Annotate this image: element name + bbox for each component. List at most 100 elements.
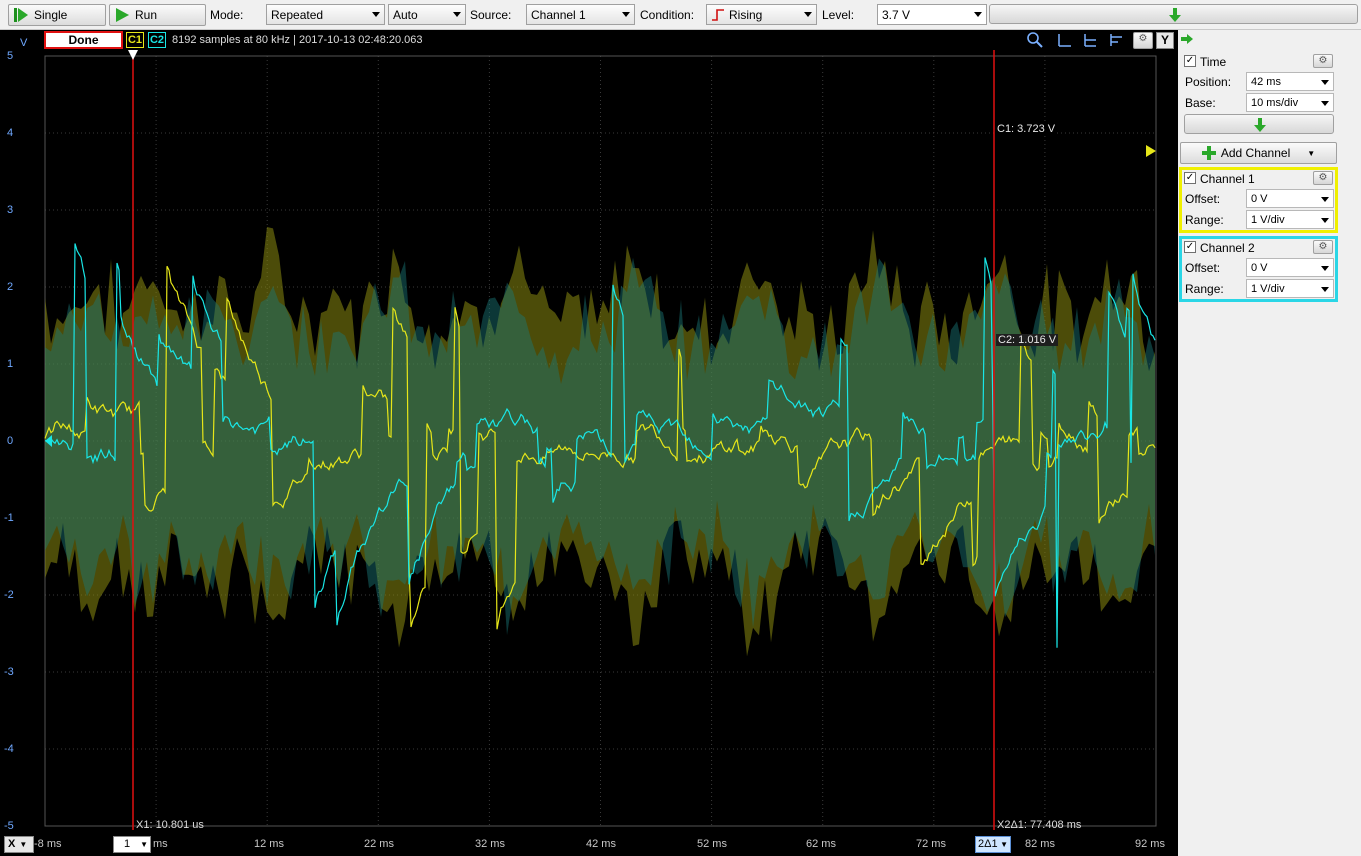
chevron-down-icon [1321,266,1329,271]
channel-1-range-select[interactable]: 1 V/div [1246,210,1334,229]
run-button-label: Run [135,8,158,22]
mode-label: Mode: [210,8,244,22]
channel-2-range-label: Range: [1185,282,1224,296]
condition-select-value: Rising [729,7,763,22]
arrow-right-icon[interactable] [1181,34,1193,44]
add-channel-label: Add Channel [1220,146,1291,160]
channel-1-label: Channel 1 [1200,172,1255,186]
x-axis-ms-label: ms [153,838,168,850]
y-tick-label: -4 [4,743,14,755]
c1-cursor-reading: C1: 3.723 V [997,123,1056,135]
trigger-position-marker [128,50,138,60]
chevron-down-icon [453,12,461,17]
level-input-value: 3.7 V [882,7,911,22]
y-tick-label: 5 [7,50,14,62]
chevron-down-icon [804,12,812,17]
run-button[interactable]: Run [109,4,206,26]
channel-2-offset-value: 0 V [1251,261,1268,274]
chevron-down-icon [1321,80,1329,85]
x-tick-label: 72 ms [916,838,946,850]
position-select[interactable]: 42 ms [1246,72,1334,91]
trigger-level-marker [1146,145,1156,157]
level-slider[interactable] [989,4,1358,24]
chevron-down-icon [974,12,982,17]
single-button[interactable]: Single [8,4,106,26]
y-tick-label: 0 [7,435,14,447]
c2-cursor-reading: C2: 1.016 V [996,334,1059,346]
chevron-down-icon [1321,197,1329,202]
chevron-down-icon: ▼ [19,840,28,849]
channel-1-offset-select[interactable]: 0 V [1246,189,1334,208]
plus-icon [1201,146,1216,160]
y-tick-label: -5 [4,820,14,832]
play-icon [116,8,129,22]
channel-1-checkbox[interactable]: ✓ [1184,172,1196,184]
time-slider[interactable] [1184,114,1334,134]
y-tick-label: 3 [7,204,14,216]
x-tick-label: 32 ms [475,838,505,850]
x2-button-label: 2Δ1 [978,838,998,850]
channel-2-offset-select[interactable]: 0 V [1246,258,1334,277]
toolbar: Single Run Mode: Repeated Auto Source: C… [0,0,1361,30]
x-tick-label: 92 ms [1135,838,1165,850]
y-tick-label: -2 [4,589,14,601]
x-tick-label: 22 ms [364,838,394,850]
condition-label: Condition: [640,8,695,22]
x2-button[interactable]: 2Δ1 ▼ [975,836,1011,853]
gear-icon[interactable]: ⚙ [1313,54,1333,68]
condition-select[interactable]: Rising [706,4,817,25]
channel-2-offset-label: Offset: [1185,261,1221,275]
single-button-label: Single [34,8,68,22]
add-channel-button[interactable]: Add Channel ▼ [1180,142,1337,164]
channel-2-checkbox[interactable]: ✓ [1184,241,1196,253]
x-tick-label: 42 ms [586,838,616,850]
channel-1-offset-value: 0 V [1251,192,1268,205]
chevron-down-icon: ▼ [1307,148,1316,158]
mode-select-value: Repeated [271,7,324,22]
time-label: Time [1200,55,1227,69]
x-page-select[interactable]: 1 ▼ [113,836,151,853]
base-value: 10 ms/div [1251,96,1299,109]
trigger-auto-select[interactable]: Auto [388,4,466,25]
mode-select[interactable]: Repeated [266,4,385,25]
y-tick-label: 4 [7,127,14,139]
x-tick-label: 82 ms [1025,838,1055,850]
y-axis-unit: V [20,37,28,49]
level-label: Level: [822,8,855,22]
channel-1-range-label: Range: [1185,213,1224,227]
x-page-value: 1 [124,838,131,850]
source-label: Source: [470,8,512,22]
arrow-down-icon [1169,8,1181,22]
rising-edge-icon [712,8,724,21]
x-axis-button-label: X [8,838,16,850]
source-select[interactable]: Channel 1 [526,4,635,25]
level-input[interactable]: 3.7 V [877,4,987,25]
channel-1-offset-label: Offset: [1185,192,1221,206]
scope-plot-area[interactable]: Done C1 C2 8192 samples at 80 kHz | 2017… [0,30,1178,856]
channel-2-range-select[interactable]: 1 V/div [1246,279,1334,298]
channel-1-range-value: 1 V/div [1251,213,1285,226]
x-tick-label: 62 ms [806,838,836,850]
trigger-auto-value: Auto [393,7,418,22]
chevron-down-icon [1321,101,1329,106]
x2-cursor-label: X2Δ1: 77.408 ms [997,819,1082,831]
base-label: Base: [1185,96,1216,110]
gear-icon[interactable]: ⚙ [1313,240,1333,254]
position-label: Position: [1185,75,1232,89]
position-value: 42 ms [1251,75,1281,88]
chevron-down-icon [1321,287,1329,292]
base-select[interactable]: 10 ms/div [1246,93,1334,112]
time-checkbox[interactable]: ✓ [1184,55,1196,67]
gear-icon[interactable]: ⚙ [1313,171,1333,185]
x-tick-label: -8 ms [34,838,62,850]
x-tick-label: 12 ms [254,838,284,850]
chevron-down-icon [622,12,630,17]
x-axis-button[interactable]: X ▼ [4,836,34,853]
waveform-display[interactable] [0,30,1178,856]
y-tick-label: -1 [4,512,14,524]
channel-2-label: Channel 2 [1200,241,1255,255]
y-tick-label: 1 [7,358,14,370]
chevron-down-icon [372,12,380,17]
single-run-icon [14,8,28,22]
y-tick-label: -3 [4,666,14,678]
